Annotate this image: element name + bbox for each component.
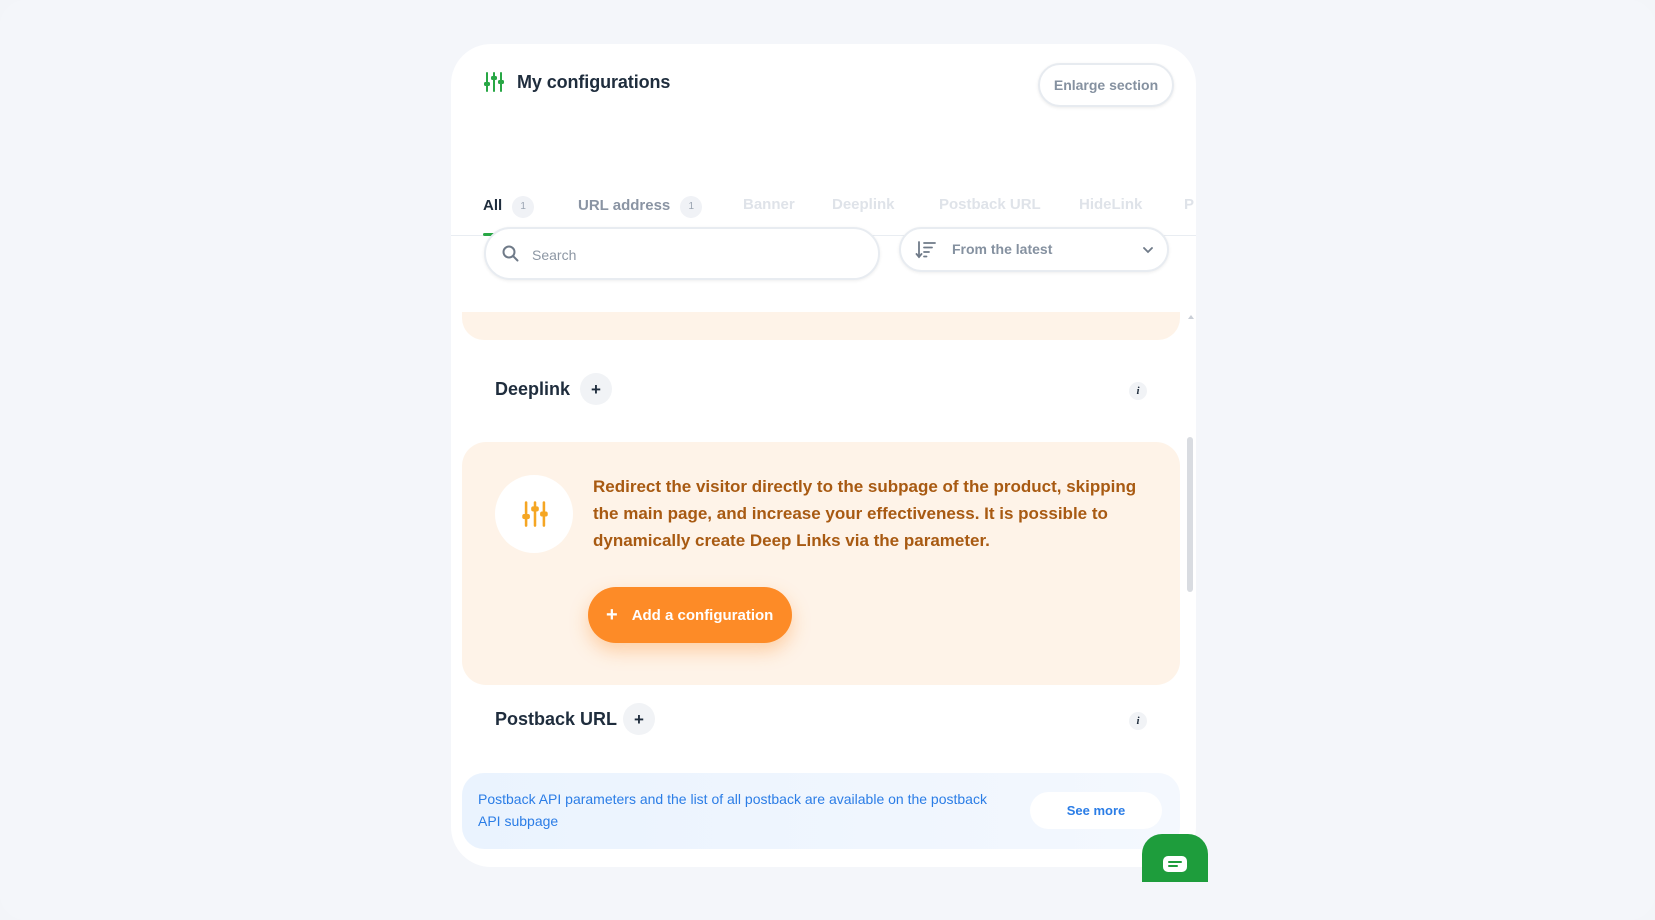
postback-notice-text: Postback API parameters and the list of … [478, 788, 998, 832]
see-more-button[interactable]: See more [1030, 792, 1162, 829]
deeplink-section-title: Deeplink [495, 379, 571, 399]
postback-section-title: Postback URL [495, 709, 618, 729]
scroll-up-arrow[interactable] [1188, 315, 1194, 319]
chat-launcher-button[interactable] [1142, 834, 1208, 882]
add-configuration-button[interactable]: + Add a configuration [588, 587, 792, 643]
add-deeplink-button[interactable]: + [580, 373, 612, 405]
sort-dropdown[interactable]: From the latest [899, 227, 1169, 272]
configurations-panel: My configurations Enlarge section All 1 U… [451, 44, 1196, 867]
deeplink-description: Redirect the visitor directly to the sub… [593, 477, 1137, 550]
tab-label: All [483, 197, 503, 214]
deeplink-empty-state: Redirect the visitor directly to the sub… [462, 442, 1180, 685]
sliders-icon [484, 72, 504, 92]
scrollbar-thumb[interactable] [1187, 437, 1193, 592]
previous-section-card [462, 312, 1180, 340]
sort-descending-icon [915, 241, 936, 259]
postback-info-icon[interactable]: i [1129, 712, 1147, 730]
chevron-down-icon [1143, 247, 1153, 254]
configurations-list[interactable]: Deeplink + i Redirect the visitor direct… [451, 312, 1196, 867]
enlarge-section-button[interactable]: Enlarge section [1038, 63, 1174, 107]
add-configuration-label: Add a configuration [631, 606, 774, 624]
tab-overflow[interactable]: P [1184, 196, 1194, 236]
sliders-icon [522, 501, 548, 527]
search-icon [502, 245, 519, 262]
tab-count-badge: 1 [680, 196, 703, 218]
deeplink-info-icon[interactable]: i [1129, 382, 1147, 400]
chat-bubble-icon [1163, 856, 1187, 872]
postback-notice-message: Postback API parameters and the list of … [478, 791, 987, 807]
page-title: My configurations [517, 72, 671, 92]
add-postback-button[interactable]: + [623, 703, 655, 735]
sort-selected-value: From the latest [952, 241, 1053, 257]
postback-notice: Postback API parameters and the list of … [462, 773, 1180, 849]
plus-icon: + [606, 604, 618, 626]
tab-label: URL address [578, 197, 671, 214]
tab-bar: All 1 URL address 1 Banner Deeplink Postba… [451, 144, 1196, 236]
deeplink-icon-circle [495, 475, 573, 553]
search-box[interactable] [484, 227, 880, 280]
search-input[interactable] [530, 241, 854, 269]
tab-count-badge: 1 [512, 196, 535, 218]
api-subpage-link[interactable]: API subpage [478, 810, 998, 832]
